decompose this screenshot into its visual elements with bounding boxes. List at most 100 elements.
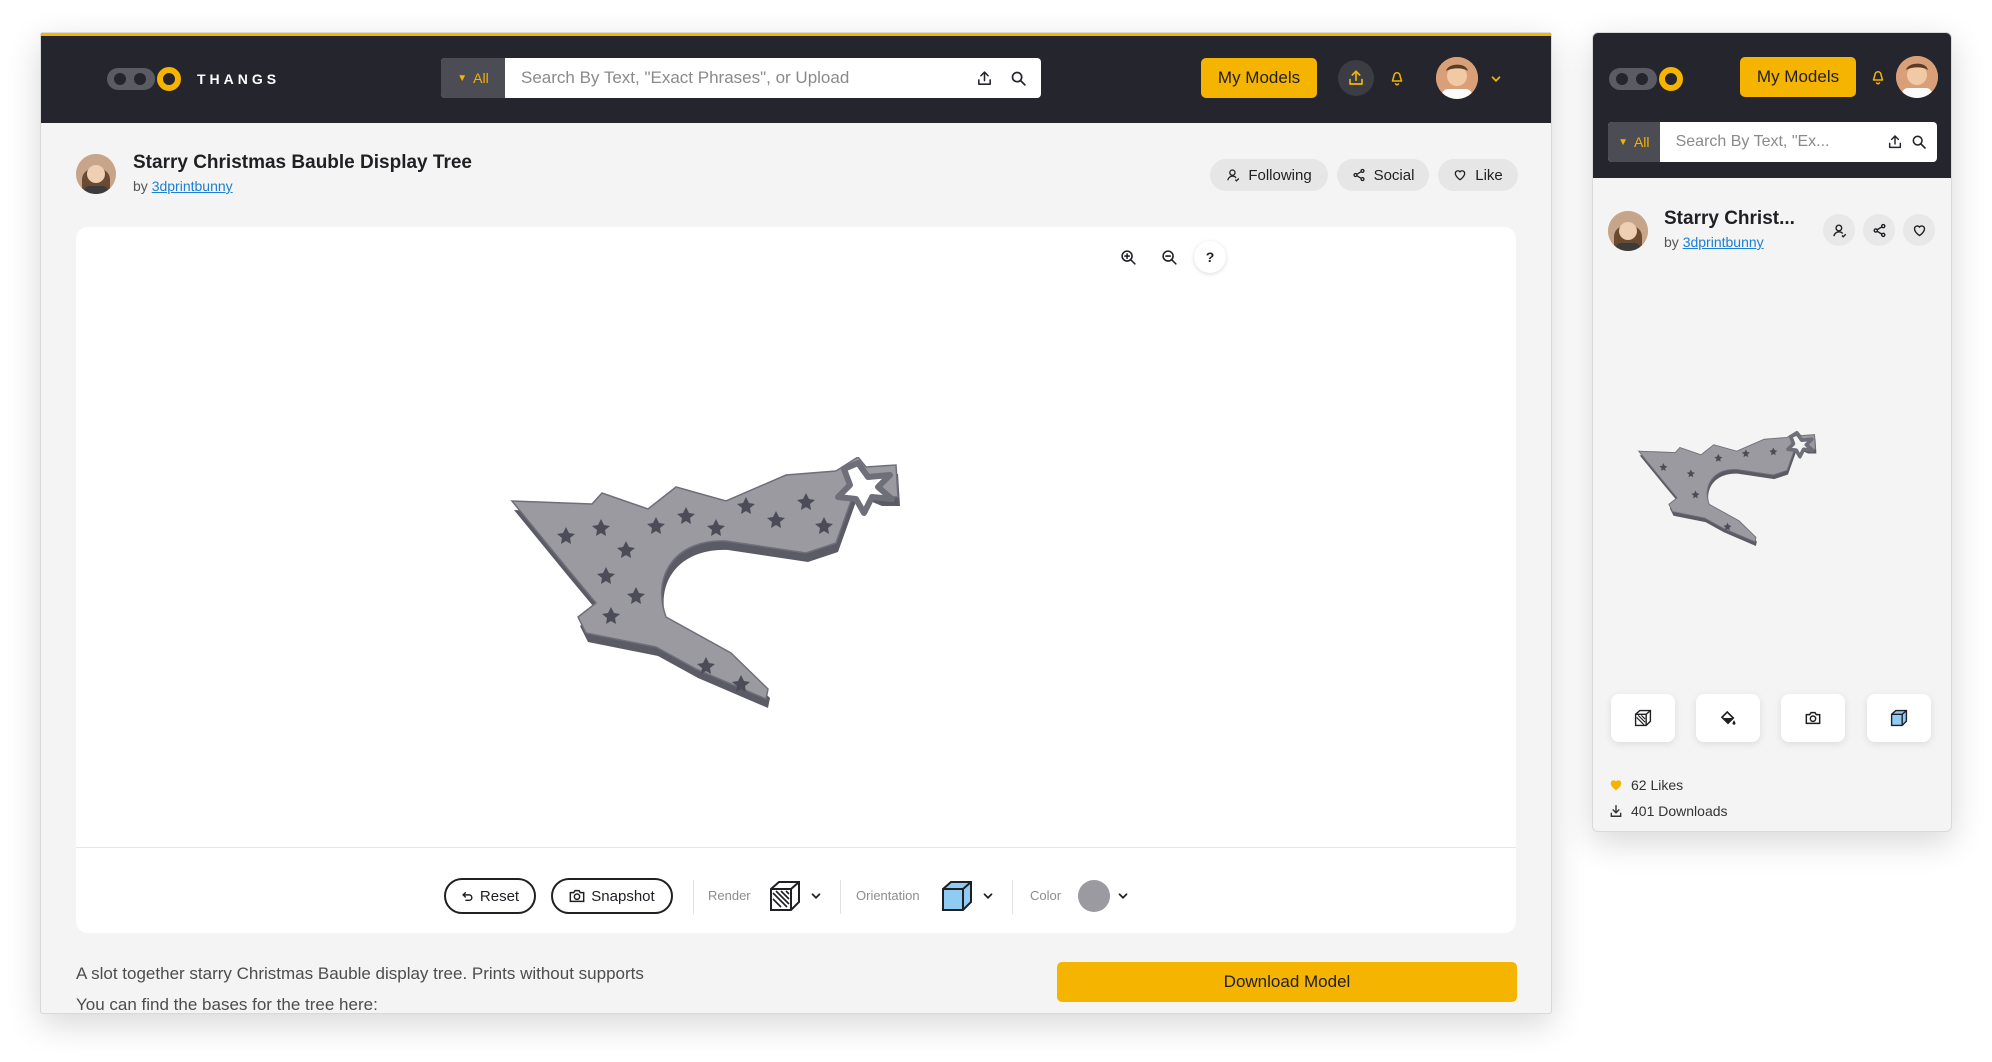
model-render [510, 457, 900, 708]
upload-icon[interactable] [967, 58, 1001, 98]
render-label: Render [708, 888, 751, 903]
orientation-button[interactable] [1867, 694, 1931, 742]
description-line: A slot together starry Christmas Bauble … [76, 964, 644, 983]
upload-icon [1349, 70, 1363, 85]
brand-name: THANGS [197, 71, 281, 87]
author-avatar[interactable] [76, 154, 116, 194]
zoom-out-icon [1161, 249, 1177, 265]
color-swatch[interactable] [1078, 880, 1110, 912]
byline-prefix: by [1664, 234, 1679, 250]
notifications-button[interactable] [1379, 60, 1415, 96]
mobile-model-render[interactable] [1635, 431, 1875, 573]
snapshot-button[interactable] [1781, 694, 1845, 742]
help-button[interactable]: ? [1194, 241, 1226, 273]
zoom-in-button[interactable] [1112, 241, 1144, 273]
like-button[interactable]: Like [1438, 159, 1518, 191]
model-description: A slot together starry Christmas Bauble … [76, 958, 796, 1014]
model-title: Starry Christ... [1664, 208, 1795, 229]
share-icon [1873, 223, 1885, 237]
search-scope-dropdown[interactable]: ▼ All [441, 58, 505, 98]
search-bar: ▼ All [441, 58, 1041, 98]
logo-ring-icon [157, 67, 181, 91]
following-label: Following [1248, 166, 1312, 184]
camera-icon [569, 889, 585, 903]
model-header: Starry Christmas Bauble Display Tree by … [133, 152, 833, 194]
notifications-button[interactable] [1860, 59, 1896, 95]
orientation-cube-icon [1890, 709, 1908, 727]
social-button[interactable]: Social [1337, 159, 1429, 191]
search-scope-dropdown[interactable]: ▼ All [1608, 122, 1660, 162]
desktop-window: THANGS ▼ All My Models [40, 32, 1552, 1014]
author-avatar[interactable] [1608, 211, 1648, 251]
user-avatar[interactable] [1436, 57, 1478, 99]
model-viewer[interactable]: ? Reset Snapshot Render Orientation Colo… [76, 227, 1516, 933]
snapshot-label: Snapshot [591, 887, 655, 905]
camera-icon [1805, 711, 1821, 725]
avatar-face-icon [1896, 56, 1938, 98]
my-models-button[interactable]: My Models [1201, 58, 1317, 98]
description-line: You can find the bases for the tree here… [76, 995, 378, 1014]
reset-icon [462, 891, 473, 901]
upload-icon[interactable] [1883, 122, 1907, 162]
model-byline: by 3dprintbunny [1664, 234, 1804, 250]
following-button[interactable] [1823, 214, 1855, 246]
search-input[interactable] [1659, 122, 1883, 162]
toolbar-separator [1012, 880, 1013, 914]
chevron-down-icon[interactable] [1489, 72, 1503, 86]
thangs-logo[interactable]: THANGS [107, 67, 280, 91]
downloads-count: 401 Downloads [1631, 803, 1728, 819]
user-avatar[interactable] [1896, 56, 1938, 98]
search-icon[interactable] [1907, 122, 1931, 162]
chevron-down-icon[interactable] [981, 889, 995, 903]
my-models-button[interactable]: My Models [1740, 57, 1856, 97]
mobile-search-bar: ▼ All [1608, 122, 1937, 162]
author-face-icon [76, 154, 116, 194]
render-cube-icon[interactable] [768, 879, 802, 913]
top-navbar: THANGS ▼ All My Models [41, 33, 1551, 123]
orientation-label: Orientation [856, 888, 920, 903]
toolbar-divider [76, 847, 1516, 848]
model-header: Starry Christ... by 3dprintbunny [1664, 208, 1804, 250]
search-input[interactable] [505, 58, 967, 98]
mobile-window: My Models ▼ All Starry Christ... by 3dpr… [1592, 32, 1952, 832]
mobile-navbar: My Models ▼ All [1593, 33, 1951, 178]
heart-icon [1610, 780, 1622, 791]
orientation-cube-icon[interactable] [940, 879, 974, 913]
snapshot-button[interactable]: Snapshot [551, 878, 673, 914]
upload-button[interactable] [1338, 60, 1374, 96]
search-icon[interactable] [1001, 58, 1035, 98]
bell-icon [1391, 72, 1403, 86]
chevron-down-icon[interactable] [809, 889, 823, 903]
search-scope-label: All [1633, 134, 1650, 150]
chevron-down-icon: ▼ [457, 72, 468, 84]
render-mode-button[interactable] [1611, 694, 1675, 742]
download-icon [1610, 805, 1622, 817]
thangs-logo[interactable] [1609, 67, 1683, 91]
following-button[interactable]: Following [1210, 159, 1328, 191]
logo-pill-icon [1609, 68, 1657, 90]
bell-icon [1872, 71, 1884, 85]
author-link[interactable]: 3dprintbunny [1683, 234, 1764, 250]
toolbar-separator [840, 880, 841, 914]
zoom-in-icon [1120, 249, 1136, 265]
byline-prefix: by [133, 178, 148, 194]
avatar-face-icon [1436, 57, 1478, 99]
model-title: Starry Christmas Bauble Display Tree [133, 152, 472, 173]
like-label: Like [1475, 166, 1503, 184]
likes-count: 62 Likes [1631, 777, 1684, 793]
share-button[interactable] [1863, 214, 1895, 246]
reset-label: Reset [479, 887, 520, 905]
logo-pill-icon [107, 68, 155, 90]
like-button[interactable] [1903, 214, 1935, 246]
color-button[interactable] [1696, 694, 1760, 742]
chevron-down-icon[interactable] [1116, 889, 1130, 903]
author-link[interactable]: 3dprintbunny [152, 178, 233, 194]
reset-button[interactable]: Reset [444, 878, 536, 914]
heart-icon [1454, 170, 1466, 181]
color-label: Color [1030, 888, 1062, 903]
render-cube-icon [1634, 709, 1652, 727]
social-label: Social [1373, 166, 1415, 184]
zoom-out-button[interactable] [1153, 241, 1185, 273]
search-scope-label: All [473, 70, 489, 86]
download-model-button[interactable]: Download Model [1057, 962, 1517, 1002]
